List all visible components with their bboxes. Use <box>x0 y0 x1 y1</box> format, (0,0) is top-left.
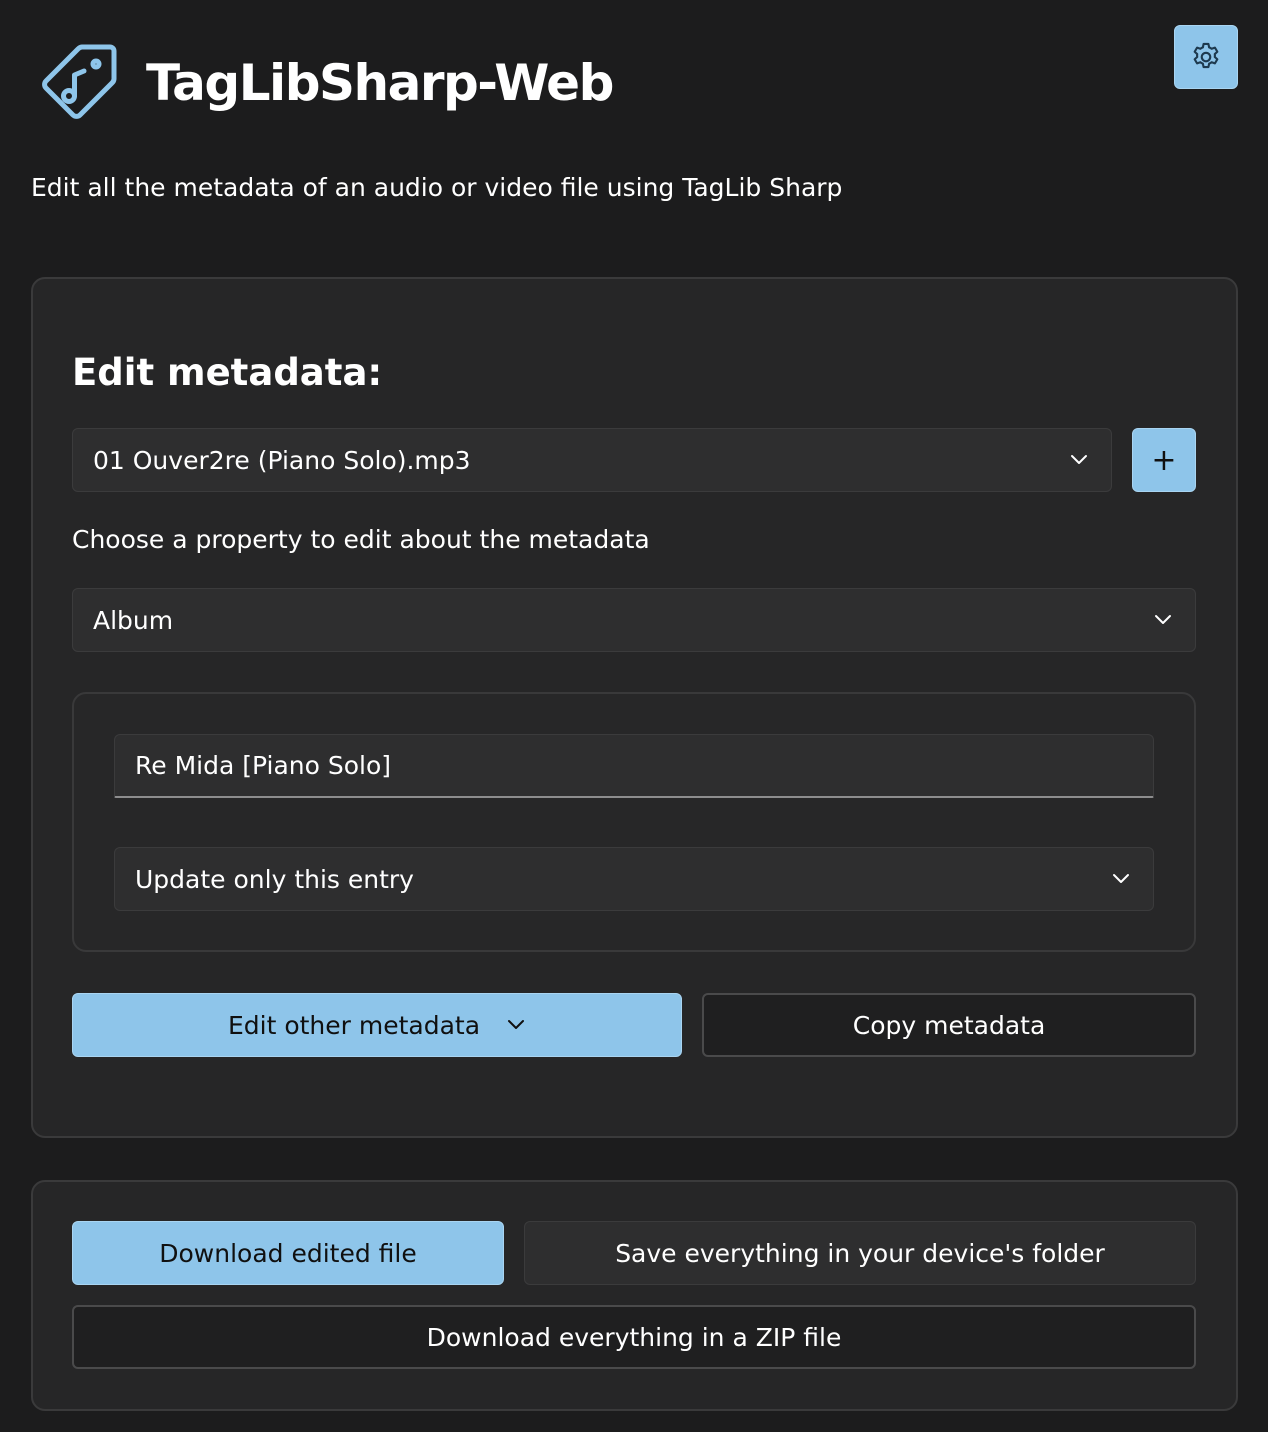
metadata-value-input[interactable] <box>114 734 1154 798</box>
property-select-value: Album <box>93 605 174 635</box>
settings-button[interactable] <box>1174 25 1238 89</box>
download-edited-file-button[interactable]: Download edited file <box>72 1221 504 1285</box>
music-tag-icon <box>42 44 117 119</box>
download-zip-button[interactable]: Download everything in a ZIP file <box>72 1305 1196 1369</box>
property-select[interactable]: Album <box>72 588 1196 652</box>
save-to-folder-button[interactable]: Save everything in your device's folder <box>524 1221 1196 1285</box>
edit-other-metadata-button[interactable]: Edit other metadata <box>72 993 682 1057</box>
section-title: Edit metadata: <box>72 351 383 394</box>
update-scope-select[interactable]: Update only this entry <box>114 847 1154 911</box>
app-title: TagLibSharp-Web <box>146 54 614 112</box>
add-file-button[interactable]: + <box>1132 428 1196 492</box>
chevron-down-icon <box>1155 615 1171 624</box>
file-select[interactable]: 01 Ouver2re (Piano Solo).mp3 <box>72 428 1112 492</box>
property-editor-panel <box>72 692 1196 952</box>
gear-icon <box>1193 42 1219 69</box>
property-hint: Choose a property to edit about the meta… <box>72 525 650 554</box>
tagline: Edit all the metadata of an audio or vid… <box>31 173 843 202</box>
chevron-down-icon <box>508 1020 525 1029</box>
update-scope-value: Update only this entry <box>135 864 414 894</box>
chevron-down-icon <box>1071 455 1087 464</box>
download-card <box>31 1180 1238 1411</box>
edit-other-metadata-label: Edit other metadata <box>227 1010 481 1040</box>
file-select-value: 01 Ouver2re (Piano Solo).mp3 <box>93 445 471 475</box>
copy-metadata-button[interactable]: Copy metadata <box>702 993 1196 1057</box>
chevron-down-icon <box>1113 874 1129 883</box>
